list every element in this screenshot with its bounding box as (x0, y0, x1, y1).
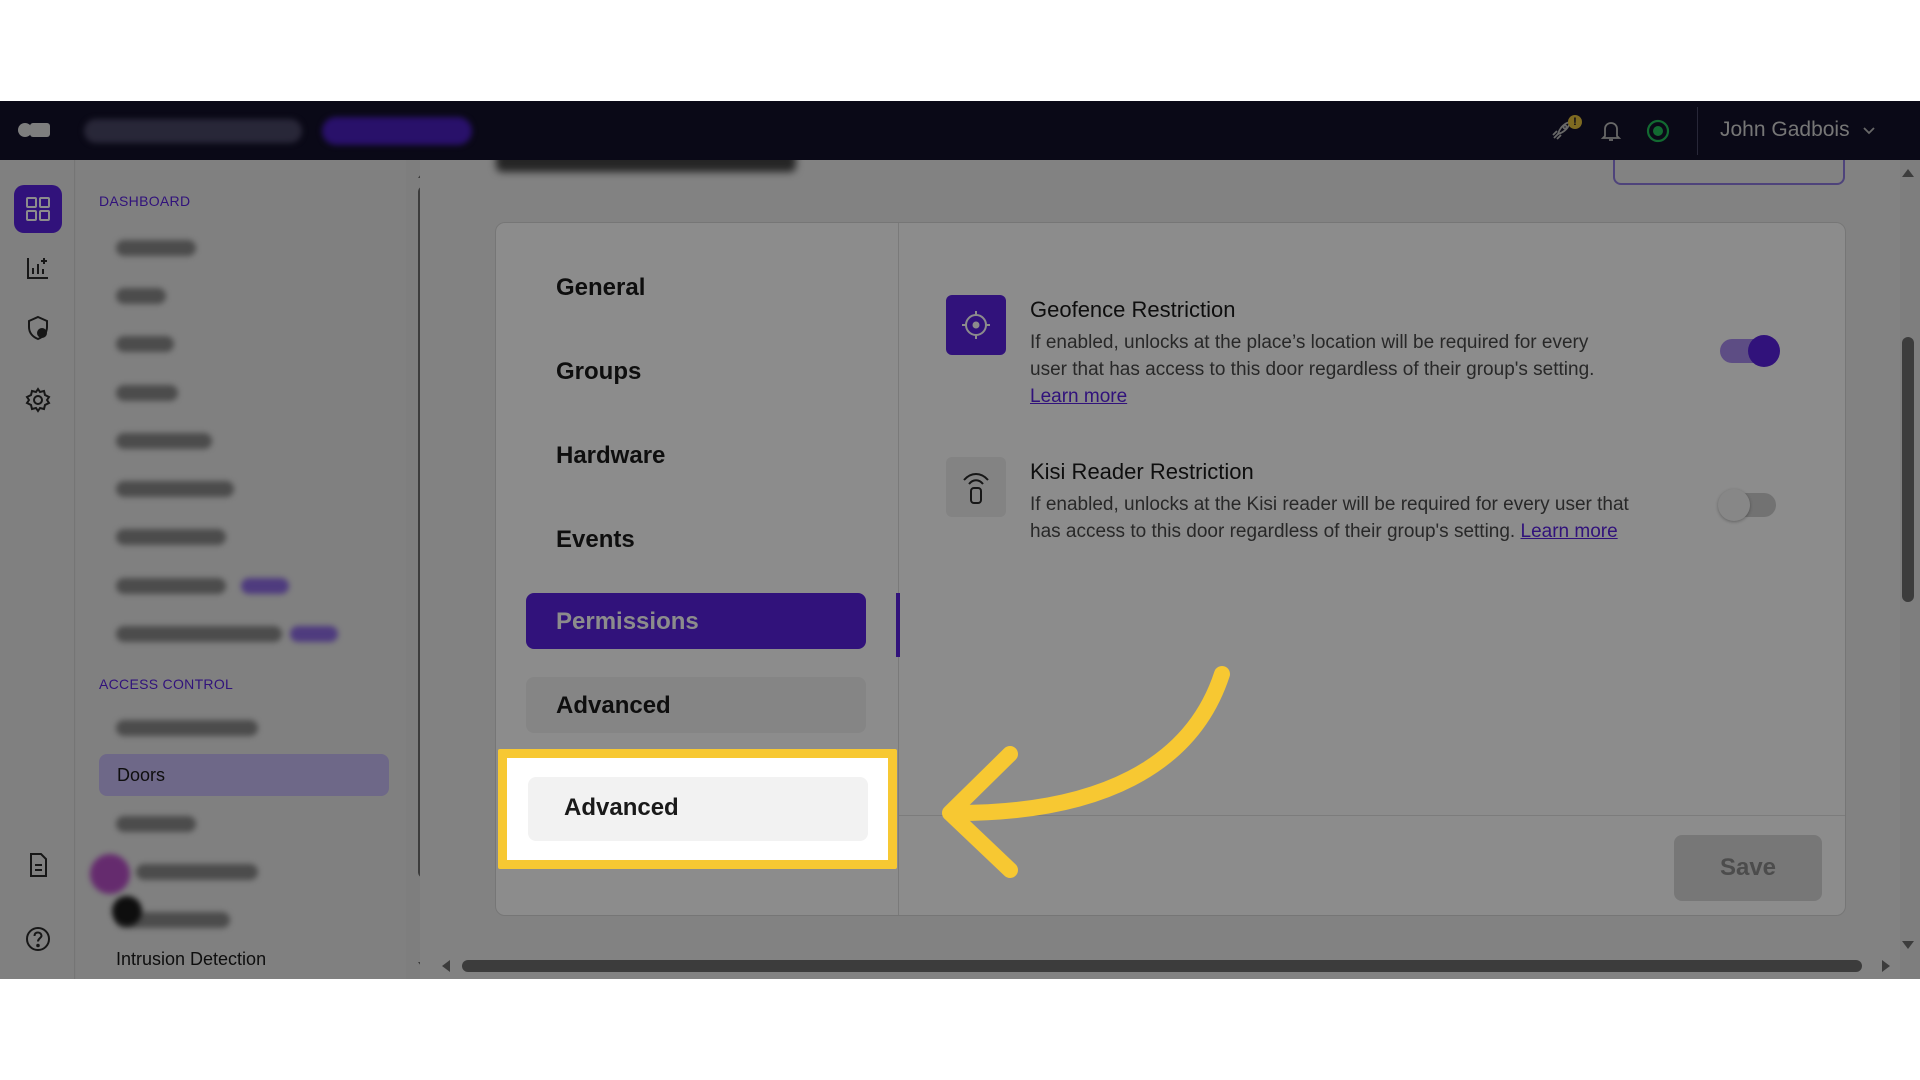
reader-restriction-toggle[interactable] (1720, 493, 1776, 517)
bell-icon[interactable] (1598, 118, 1624, 144)
tab-label: General (556, 274, 645, 302)
tab-hardware[interactable]: Hardware (526, 427, 866, 483)
highlight-box (498, 749, 897, 869)
scroll-right-arrow-icon[interactable] (1880, 959, 1892, 973)
top-bar: ! John Gadbois (0, 101, 1920, 160)
learn-more-link[interactable]: Learn more (1030, 386, 1127, 407)
setting-geofence: Geofence Restriction If enabled, unlocks… (946, 295, 1826, 415)
setting-description-line: user that has access to this door regard… (1030, 356, 1700, 383)
tab-permissions[interactable]: Permissions (526, 593, 866, 649)
nav-item-redacted[interactable] (116, 481, 234, 497)
callout-arrow-icon (930, 656, 1250, 886)
nav-item-intrusion-detection[interactable]: Intrusion Detection (116, 949, 266, 970)
nav-badge-redacted (241, 578, 289, 594)
setting-description: If enabled, unlocks at the Kisi reader w… (1030, 491, 1700, 545)
tab-advanced[interactable]: Advanced (526, 677, 866, 733)
setting-title: Kisi Reader Restriction (1030, 459, 1254, 485)
security-shield-icon[interactable] (14, 304, 62, 352)
logo[interactable] (18, 121, 52, 139)
tab-groups[interactable]: Groups (526, 343, 866, 399)
setting-description: If enabled, unlocks at the place’s locat… (1030, 329, 1700, 410)
settings-gear-icon[interactable] (14, 376, 62, 424)
chevron-down-icon[interactable] (1862, 123, 1876, 137)
nav-badge-redacted (290, 626, 338, 642)
nav-item-redacted[interactable] (116, 578, 226, 594)
active-tab-indicator (896, 593, 900, 657)
avatar (112, 896, 142, 926)
scroll-up-arrow-icon[interactable] (1901, 167, 1915, 179)
save-button[interactable]: Save (1674, 835, 1822, 901)
nav-item-redacted[interactable] (116, 385, 178, 401)
nav-item-redacted[interactable] (116, 626, 282, 642)
tab-label: Hardware (556, 442, 665, 470)
organization-name-redacted (84, 119, 302, 143)
scroll-down-arrow-icon[interactable] (1901, 939, 1915, 951)
nav-item-doors[interactable]: Doors (99, 754, 389, 796)
icon-rail (0, 160, 75, 979)
help-icon[interactable] (14, 915, 62, 963)
tab-label: Permissions (556, 608, 699, 636)
tab-label: Events (556, 526, 635, 554)
nav-item-redacted[interactable] (116, 529, 226, 545)
tab-events[interactable]: Events (526, 511, 866, 567)
setting-description-line: If enabled, unlocks at the Kisi reader w… (1030, 491, 1700, 518)
setting-reader-restriction: Kisi Reader Restriction If enabled, unlo… (946, 457, 1826, 557)
setting-description-line: has access to this door regardless of th… (1030, 521, 1515, 542)
setting-title: Geofence Restriction (1030, 297, 1235, 323)
page-title-redacted (496, 160, 796, 172)
nav-item-redacted[interactable] (116, 720, 258, 736)
avatar[interactable] (90, 854, 130, 894)
nav-item-redacted[interactable] (116, 816, 196, 832)
dashboard-grid-icon[interactable] (14, 185, 62, 233)
top-bar-divider (1697, 107, 1698, 155)
geofence-toggle[interactable] (1720, 339, 1776, 363)
main-vertical-scrollbar[interactable] (1902, 337, 1914, 602)
tab-label: Groups (556, 358, 641, 386)
nav-section-dashboard: DASHBOARD (99, 193, 190, 209)
nav-sidebar: DASHBOARD ACCESS CONTROL Doors Intrusion… (76, 160, 406, 979)
analytics-icon[interactable] (14, 244, 62, 292)
nav-section-access-control: ACCESS CONTROL (99, 676, 233, 692)
plan-badge-redacted (322, 117, 472, 145)
reader-signal-icon (946, 457, 1006, 517)
status-icon[interactable] (1645, 118, 1671, 144)
tab-general[interactable]: General (526, 259, 866, 315)
notification-badge: ! (1568, 115, 1582, 129)
setting-description-line: If enabled, unlocks at the place’s locat… (1030, 329, 1700, 356)
app-window: ! John Gadbois (0, 101, 1920, 979)
learn-more-link[interactable]: Learn more (1521, 521, 1618, 542)
user-menu-name[interactable]: John Gadbois (1720, 118, 1850, 142)
location-target-icon (946, 295, 1006, 355)
horizontal-scrollbar[interactable] (462, 960, 1862, 972)
tab-label: Advanced (556, 692, 671, 720)
document-icon[interactable] (14, 841, 62, 889)
nav-item-redacted[interactable] (116, 240, 196, 256)
nav-item-redacted[interactable] (116, 336, 174, 352)
nav-item-doors-label: Doors (117, 765, 165, 786)
scroll-left-arrow-icon[interactable] (440, 959, 452, 973)
nav-item-redacted[interactable] (116, 433, 212, 449)
nav-item-redacted[interactable] (116, 288, 166, 304)
nav-item-redacted[interactable] (136, 864, 258, 880)
header-action-button[interactable] (1613, 160, 1845, 185)
